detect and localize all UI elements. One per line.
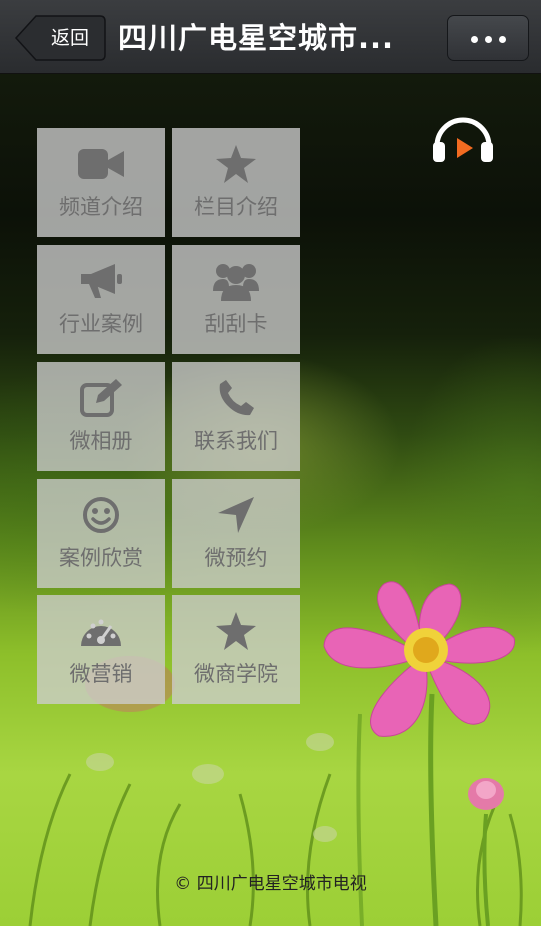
menu-label: 频道介绍 — [59, 195, 143, 219]
menu-label: 联系我们 — [194, 429, 278, 453]
app-screen: 返回 四川广电星空城市... 频道介绍 栏目介绍 行业案例 刮刮卡 微相册 联系… — [0, 0, 541, 926]
menu-tile-program-intro[interactable]: 栏目介绍 — [172, 128, 300, 237]
more-dot — [485, 36, 492, 43]
menu-tile-micro-marketing[interactable]: 微营销 — [37, 595, 165, 704]
smile-icon — [37, 495, 165, 535]
menu-tile-micro-booking[interactable]: 微预约 — [172, 479, 300, 588]
dashboard-icon — [37, 611, 165, 651]
menu-label: 行业案例 — [59, 312, 143, 336]
headphones-play-icon[interactable] — [431, 116, 495, 164]
more-button[interactable] — [447, 15, 529, 61]
menu-label: 刮刮卡 — [204, 312, 268, 336]
megaphone-icon — [37, 261, 165, 301]
menu-label: 微预约 — [204, 546, 268, 570]
phone-icon — [172, 378, 300, 418]
star-icon — [172, 144, 300, 184]
edit-icon — [37, 378, 165, 418]
more-dot — [499, 36, 506, 43]
menu-label: 微商学院 — [194, 662, 278, 686]
menu-tile-industry-cases[interactable]: 行业案例 — [37, 245, 165, 354]
page-title: 四川广电星空城市... — [118, 21, 395, 55]
top-navigation-bar: 返回 四川广电星空城市... — [0, 0, 541, 74]
menu-label: 案例欣赏 — [59, 546, 143, 570]
menu-label: 微相册 — [69, 429, 133, 453]
star-icon — [172, 611, 300, 651]
menu-tile-micro-album[interactable]: 微相册 — [37, 362, 165, 471]
menu-tile-micro-business-academy[interactable]: 微商学院 — [172, 595, 300, 704]
copyright-text: © 四川广电星空城市电视 — [174, 874, 367, 894]
menu-tile-scratch-card[interactable]: 刮刮卡 — [172, 245, 300, 354]
menu-tile-contact-us[interactable]: 联系我们 — [172, 362, 300, 471]
video-camera-icon — [37, 144, 165, 184]
more-dot — [471, 36, 478, 43]
menu-label: 栏目介绍 — [194, 195, 278, 219]
back-button[interactable]: 返回 — [14, 15, 106, 61]
menu-tile-case-showcase[interactable]: 案例欣赏 — [37, 479, 165, 588]
users-icon — [172, 261, 300, 301]
back-label: 返回 — [50, 27, 89, 49]
menu-label: 微营销 — [69, 662, 133, 686]
location-arrow-icon — [172, 495, 300, 535]
menu-tile-channel-intro[interactable]: 频道介绍 — [37, 128, 165, 237]
